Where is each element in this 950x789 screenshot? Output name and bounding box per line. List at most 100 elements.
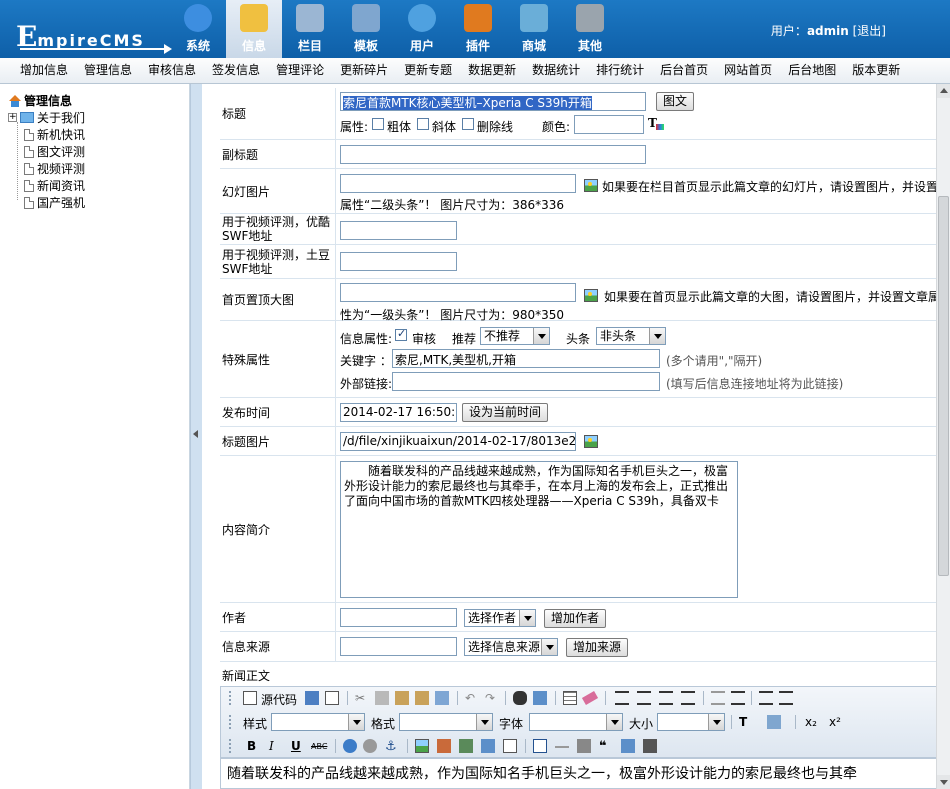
subnav-item-0[interactable]: 增加信息	[12, 58, 76, 83]
table-icon[interactable]	[533, 739, 547, 753]
style-select[interactable]	[271, 713, 365, 731]
set-now-button[interactable]: 设为当前时间	[462, 403, 549, 422]
preview-icon[interactable]	[305, 691, 319, 705]
nav-item-1[interactable]: 信息	[226, 0, 282, 58]
add-source-button[interactable]: 增加来源	[566, 638, 629, 657]
indent-icon[interactable]	[731, 691, 745, 705]
publish-time-input[interactable]: 2014-02-17 16:50:37	[340, 403, 457, 422]
nav-item-4[interactable]: 用户	[394, 0, 450, 58]
slide-image-input[interactable]	[340, 174, 576, 193]
expand-plus-icon[interactable]: +	[8, 113, 17, 122]
replace-icon[interactable]	[533, 691, 547, 705]
image-select-icon[interactable]	[584, 179, 598, 192]
subscript-icon[interactable]: x₂	[805, 715, 817, 729]
subnav-item-1[interactable]: 管理信息	[76, 58, 140, 83]
print-preview-icon[interactable]	[325, 691, 339, 705]
redo-icon[interactable]: ↷	[485, 691, 499, 705]
subnav-item-3[interactable]: 签发信息	[204, 58, 268, 83]
flash-icon[interactable]	[437, 739, 451, 753]
bold-checkbox[interactable]	[372, 118, 384, 130]
nav-item-6[interactable]: 商城	[506, 0, 562, 58]
source-input[interactable]	[340, 637, 457, 656]
superscript-icon[interactable]: x²	[829, 715, 841, 729]
strikethrough-icon[interactable]: ABC	[311, 742, 327, 751]
size-select[interactable]	[657, 713, 725, 731]
align-justify-icon[interactable]	[681, 691, 695, 705]
main-scrollbar[interactable]	[936, 84, 950, 789]
tree-item-news-fast[interactable]: 新机快讯	[24, 126, 85, 143]
headline-select[interactable]: 非头条	[596, 327, 666, 345]
attachment-icon[interactable]	[481, 739, 495, 753]
tudou-swf-input[interactable]	[340, 252, 457, 271]
unordered-list-icon[interactable]	[779, 691, 793, 705]
paste-word-icon[interactable]	[435, 691, 449, 705]
tree-item-about[interactable]: + 关于我们	[8, 109, 85, 126]
font-select[interactable]	[529, 713, 623, 731]
tree-root[interactable]: 管理信息	[8, 92, 72, 109]
outdent-icon[interactable]	[711, 691, 725, 705]
source-select[interactable]: 选择信息来源	[464, 638, 558, 656]
nav-item-7[interactable]: 其他	[562, 0, 618, 58]
add-author-button[interactable]: 增加作者	[544, 609, 607, 628]
color-picker-icon[interactable]: T	[648, 116, 664, 130]
subnav-item-8[interactable]: 数据统计	[524, 58, 588, 83]
italic-checkbox[interactable]	[417, 118, 429, 130]
logout-link[interactable]: [退出]	[853, 24, 886, 38]
unlink-icon[interactable]	[363, 739, 377, 753]
subnav-item-4[interactable]: 管理评论	[268, 58, 332, 83]
empirecms-logo[interactable]: EmpireCMS	[8, 8, 172, 54]
image-select-icon[interactable]	[584, 289, 598, 302]
align-right-icon[interactable]	[659, 691, 673, 705]
eraser-icon[interactable]	[581, 691, 599, 705]
external-link-input[interactable]	[392, 372, 660, 391]
keyword-input[interactable]: 索尼,MTK,美型机,开箱	[392, 349, 660, 368]
smiley-icon[interactable]	[577, 739, 591, 753]
copy-icon[interactable]	[375, 691, 389, 705]
subnav-item-5[interactable]: 更新碎片	[332, 58, 396, 83]
subnav-item-2[interactable]: 审核信息	[140, 58, 204, 83]
anchor-icon[interactable]: ⚓	[385, 739, 399, 754]
tree-item-video-review[interactable]: 视频评测	[24, 160, 85, 177]
photo-text-button[interactable]: 图文	[656, 92, 695, 111]
tree-item-domestic[interactable]: 国产强机	[24, 194, 85, 211]
strike-checkbox[interactable]	[462, 118, 474, 130]
special-char-icon[interactable]	[621, 739, 635, 753]
subnav-item-11[interactable]: 网站首页	[716, 58, 780, 83]
quote-icon[interactable]: ❝	[599, 739, 613, 754]
italic-icon[interactable]: I	[269, 739, 274, 753]
nav-item-0[interactable]: 系统	[170, 0, 226, 58]
subnav-item-12[interactable]: 后台地图	[780, 58, 844, 83]
underline-icon[interactable]: U	[291, 739, 301, 753]
sidebar-splitter[interactable]	[190, 84, 202, 789]
scroll-up-icon[interactable]	[937, 84, 950, 98]
undo-icon[interactable]: ↶	[465, 691, 479, 705]
scroll-down-icon[interactable]	[937, 775, 950, 789]
source-code-icon[interactable]	[243, 691, 257, 705]
bold-icon[interactable]: B	[247, 739, 256, 753]
paste-icon[interactable]	[395, 691, 409, 705]
link-icon[interactable]	[343, 739, 357, 753]
cut-icon[interactable]: ✂	[355, 691, 369, 705]
align-left-icon[interactable]	[615, 691, 629, 705]
find-icon[interactable]	[513, 691, 527, 705]
nav-item-3[interactable]: 模板	[338, 0, 394, 58]
title-image-input[interactable]: /d/file/xinjikuaixun/2014-02-17/8013e2ae…	[340, 432, 576, 451]
intro-textarea[interactable]: 随着联发科的产品线越来越成熟，作为国际知名手机巨头之一，极富外形设计能力的索尼最…	[340, 461, 738, 598]
nav-item-5[interactable]: 插件	[450, 0, 506, 58]
collapse-left-icon[interactable]	[193, 430, 198, 438]
editor-content[interactable]: 随着联发科的产品线越来越成熟，作为国际知名手机巨头之一，极富外形设计能力的索尼最…	[220, 758, 937, 789]
color-input[interactable]	[574, 115, 644, 134]
author-input[interactable]	[340, 608, 457, 627]
more-icon[interactable]	[643, 739, 657, 753]
page-break-icon[interactable]	[503, 739, 517, 753]
format-select[interactable]	[399, 713, 493, 731]
tree-item-news[interactable]: 新闻资讯	[24, 177, 85, 194]
nav-item-2[interactable]: 栏目	[282, 0, 338, 58]
title-input[interactable]: 索尼首款MTK核心美型机–Xperia C S39h开箱	[340, 92, 646, 111]
tree-item-photo-review[interactable]: 图文评测	[24, 143, 85, 160]
subtitle-input[interactable]	[340, 145, 646, 164]
bg-color-icon[interactable]	[767, 715, 781, 729]
top-image-input[interactable]	[340, 283, 576, 302]
ordered-list-icon[interactable]	[759, 691, 773, 705]
horizontal-rule-icon[interactable]	[555, 746, 569, 748]
